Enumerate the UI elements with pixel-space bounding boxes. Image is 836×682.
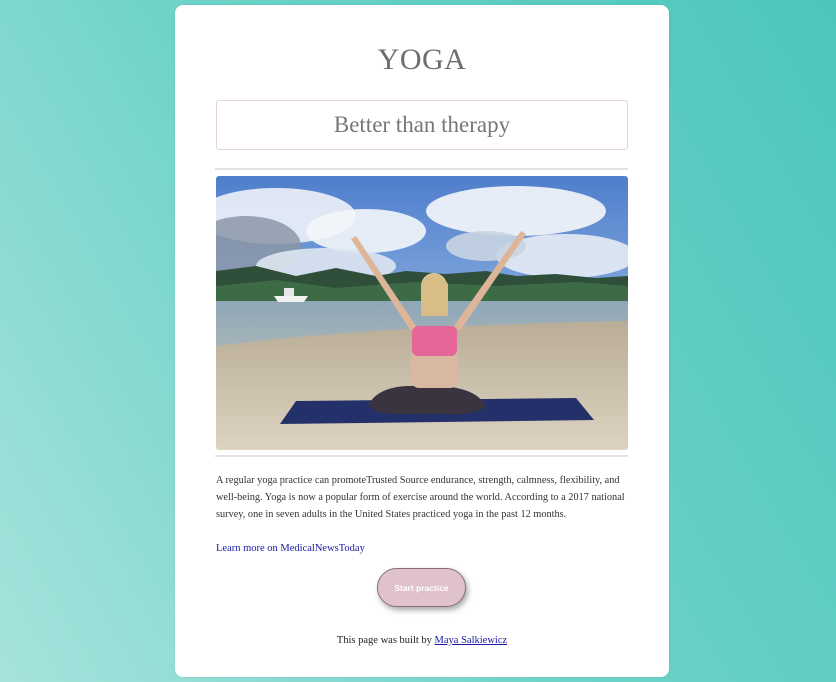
start-practice-button[interactable]: Start practice (377, 568, 466, 607)
page-title: YOGA (377, 43, 467, 76)
footer: This page was built by Maya Salkiewicz (175, 635, 669, 646)
footer-prefix: This page was built by (336, 635, 435, 646)
yoga-photo (216, 176, 628, 450)
content-card: YOGA Better than therapy A regular yoga … (175, 5, 669, 677)
divider-bottom (215, 455, 628, 457)
subtitle-box: Better than therapy (216, 100, 628, 150)
subtitle-text: Better than therapy (333, 112, 511, 137)
description-paragraph: A regular yoga practice can promoteTrust… (216, 475, 625, 520)
learn-more-link[interactable]: Learn more on MedicalNewsToday (216, 543, 365, 554)
author-link[interactable]: Maya Salkiewicz (435, 635, 508, 646)
divider-top (215, 168, 628, 170)
